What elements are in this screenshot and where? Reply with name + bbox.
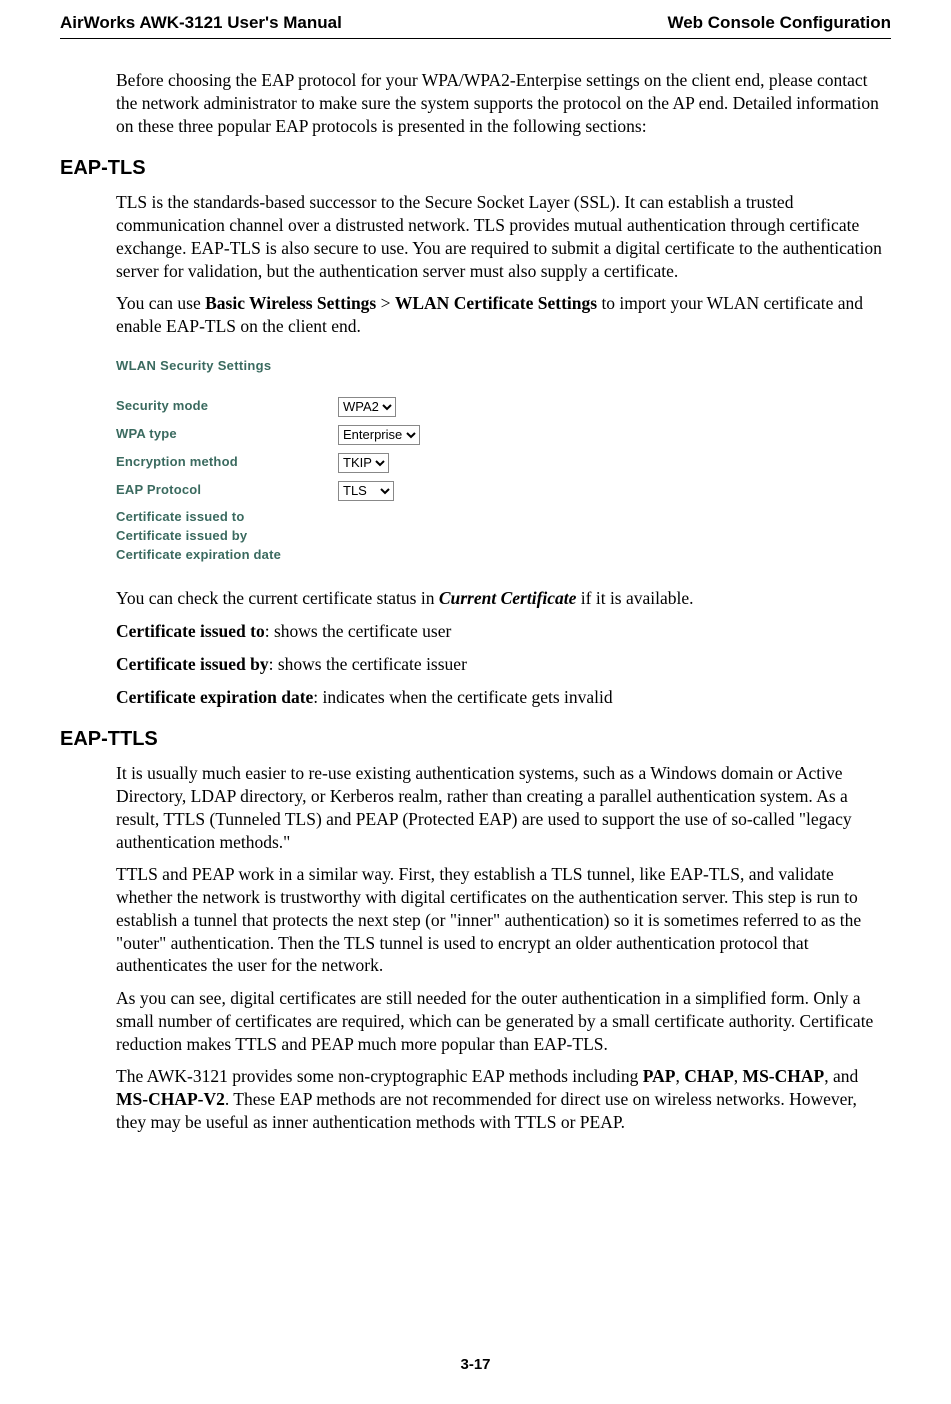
row-wpa-type: WPA type Enterprise [116,425,546,445]
intro-paragraph: Before choosing the EAP protocol for you… [116,69,891,137]
text: You can check the current certificate st… [116,588,439,608]
cert-issued-by-line: Certificate issued by: shows the certifi… [116,653,891,676]
text: > [376,293,395,313]
select-wpa-type[interactable]: Enterprise [338,425,420,445]
eap-tls-p3: You can check the current certificate st… [116,587,891,610]
bold-mschapv2: MS-CHAP-V2 [116,1089,225,1109]
wlan-security-screenshot: WLAN Security Settings Security mode WPA… [106,348,546,574]
row-cert-exp: Certificate expiration date [116,547,546,564]
label-cert-exp: Certificate expiration date [116,547,281,564]
row-cert-to: Certificate issued to [116,509,546,526]
row-security-mode: Security mode WPA2 [116,397,546,417]
text: , and [824,1066,858,1086]
bold-pap: PAP [643,1066,676,1086]
bold-basic-wireless: Basic Wireless Settings [205,293,376,313]
emph-current-cert: Current Certificate [439,588,577,608]
bold-chap: CHAP [684,1066,734,1086]
cert-exp-line: Certificate expiration date: indicates w… [116,686,891,709]
bold-wlan-cert: WLAN Certificate Settings [395,293,597,313]
eap-ttls-p1: It is usually much easier to re-use exis… [116,762,891,853]
page-number: 3-17 [0,1355,951,1375]
header-right: Web Console Configuration [667,12,891,34]
cert-issued-to-line: Certificate issued to: shows the certifi… [116,620,891,643]
row-encryption: Encryption method TKIP [116,453,546,473]
label-eap-protocol: EAP Protocol [116,482,338,499]
label-wpa-type: WPA type [116,426,338,443]
eap-ttls-heading: EAP-TTLS [60,726,891,752]
page-header: AirWorks AWK-3121 User's Manual Web Cons… [60,12,891,39]
eap-ttls-p3: As you can see, digital certificates are… [116,987,891,1055]
text: : indicates when the certificate gets in… [313,687,612,707]
row-cert-by: Certificate issued by [116,528,546,545]
text: : shows the certificate issuer [269,654,467,674]
select-security-mode[interactable]: WPA2 [338,397,396,417]
select-encryption[interactable]: TKIP [338,453,389,473]
text: : shows the certificate user [265,621,452,641]
screenshot-title: WLAN Security Settings [116,358,546,375]
eap-ttls-p4: The AWK-3121 provides some non-cryptogra… [116,1065,891,1133]
label-cert-to: Certificate issued to [116,509,338,526]
header-left: AirWorks AWK-3121 User's Manual [60,12,342,34]
text: , [734,1066,743,1086]
text: . These EAP methods are not recommended … [116,1089,857,1132]
eap-tls-p2: You can use Basic Wireless Settings > WL… [116,292,891,338]
document-page: AirWorks AWK-3121 User's Manual Web Cons… [0,0,951,1404]
label-security-mode: Security mode [116,398,338,415]
text: You can use [116,293,205,313]
select-eap-protocol[interactable]: TLS [338,481,394,501]
text: The AWK-3121 provides some non-cryptogra… [116,1066,643,1086]
eap-tls-heading: EAP-TLS [60,155,891,181]
row-eap-protocol: EAP Protocol TLS [116,481,546,501]
label-encryption: Encryption method [116,454,338,471]
bold: Certificate issued to [116,621,265,641]
bold: Certificate expiration date [116,687,313,707]
text: if it is available. [576,588,693,608]
bold: Certificate issued by [116,654,269,674]
text: , [675,1066,684,1086]
eap-ttls-p2: TTLS and PEAP work in a similar way. Fir… [116,863,891,977]
page-content: Before choosing the EAP protocol for you… [60,69,891,1134]
bold-mschap: MS-CHAP [743,1066,825,1086]
eap-tls-p1: TLS is the standards-based successor to … [116,191,891,282]
label-cert-by: Certificate issued by [116,528,338,545]
